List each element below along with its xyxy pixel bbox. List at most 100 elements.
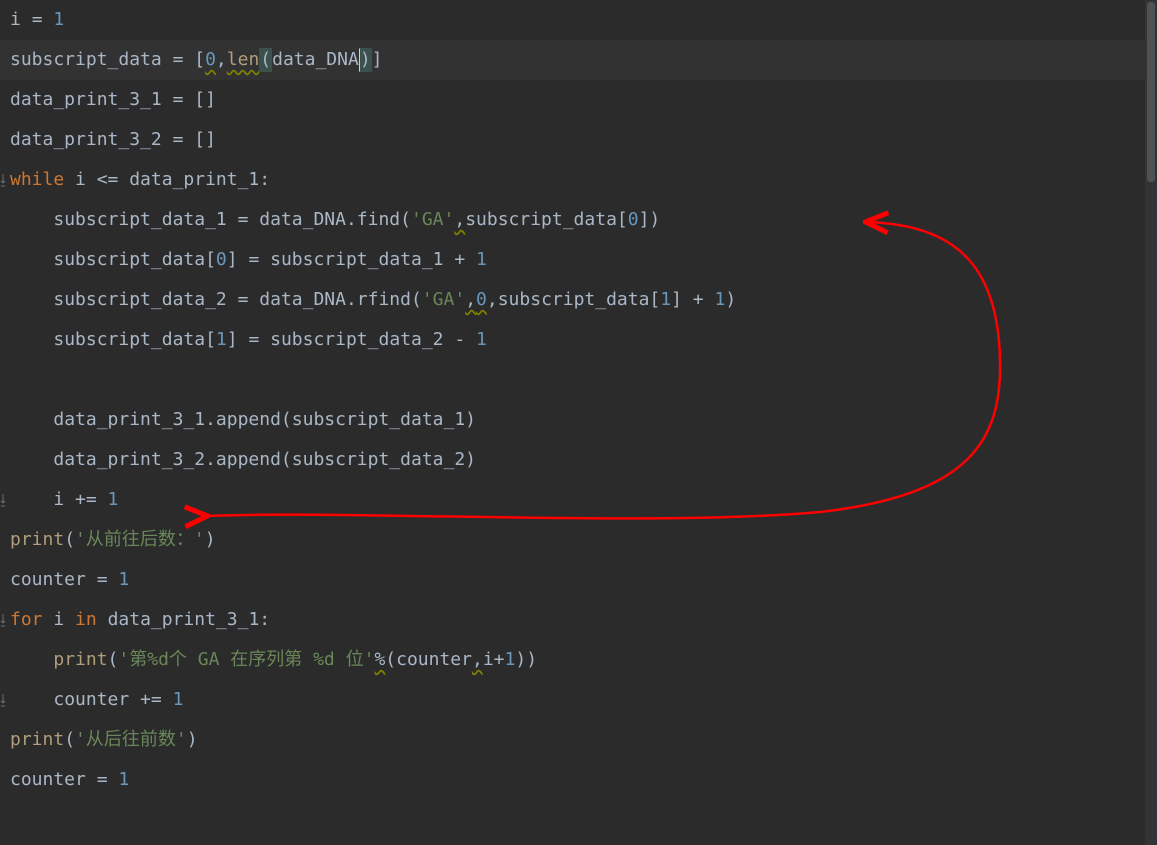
vertical-scrollbar[interactable]: [1145, 0, 1157, 845]
code-line[interactable]: i = 1: [0, 0, 1157, 40]
code-line[interactable]: for i in data_print_3_1:: [0, 600, 1157, 640]
code-line[interactable]: counter = 1: [0, 760, 1157, 800]
code-token: ): [205, 529, 216, 550]
code-token: (: [108, 649, 119, 670]
code-line[interactable]: counter += 1: [0, 680, 1157, 720]
code-line[interactable]: while i <= data_print_1:: [0, 160, 1157, 200]
code-token: (: [259, 48, 272, 72]
code-token: print: [53, 649, 107, 670]
code-token: 0: [628, 209, 639, 230]
code-line[interactable]: subscript_data[0] = subscript_data_1 + 1: [0, 240, 1157, 280]
code-token: i: [53, 609, 75, 630]
code-token: 0: [476, 289, 487, 310]
code-line[interactable]: subscript_data[1] = subscript_data_2 - 1: [0, 320, 1157, 360]
indent: [10, 329, 53, 350]
code-token: data_print_3_1: [10, 89, 173, 110]
code-token: data_print_3_1:: [108, 609, 271, 630]
code-line[interactable]: data_print_3_2.append(subscript_data_2): [0, 440, 1157, 480]
code-token: %: [374, 649, 385, 670]
indent: [10, 649, 53, 670]
return-gutter-icon: [0, 680, 6, 720]
return-gutter-icon: [0, 160, 6, 200]
code-token: 1: [714, 289, 725, 310]
code-token: in: [75, 609, 108, 630]
indent: [10, 249, 53, 270]
scrollbar-thumb[interactable]: [1147, 2, 1155, 182]
return-gutter-icon: [0, 600, 6, 640]
code-token: 0: [216, 249, 227, 270]
code-token: 1: [476, 329, 487, 350]
code-token: print: [10, 729, 64, 750]
code-line[interactable]: subscript_data = [0,len(data_DNA)]: [0, 40, 1157, 80]
code-token: ): [187, 729, 198, 750]
code-token: 1: [505, 649, 516, 670]
code-token: ] = subscript_data_2 -: [227, 329, 476, 350]
code-token: i+: [483, 649, 505, 670]
code-token: print: [10, 529, 64, 550]
code-token: 'GA': [411, 209, 454, 230]
code-line[interactable]: [0, 360, 1157, 400]
code-token: = []: [173, 89, 216, 110]
code-line[interactable]: data_print_3_1 = []: [0, 80, 1157, 120]
code-token: (: [64, 729, 75, 750]
code-token: '第%d个 GA 在序列第 %d 位': [118, 649, 374, 670]
code-token: ]): [639, 209, 661, 230]
code-line[interactable]: print('从前往后数：'): [0, 520, 1157, 560]
code-token: for: [10, 609, 53, 630]
code-token: subscript_data: [10, 49, 173, 70]
code-token: = [: [173, 49, 206, 70]
code-token: counter =: [10, 769, 118, 790]
code-token: (: [64, 529, 75, 550]
code-token: ,: [472, 649, 483, 670]
code-token: ,: [216, 49, 227, 70]
code-token: 1: [53, 9, 64, 30]
code-token: ,: [487, 289, 498, 310]
code-line[interactable]: print('从后往前数'): [0, 720, 1157, 760]
code-token: subscript_data[: [465, 209, 628, 230]
code-token: ): [359, 48, 372, 72]
code-line[interactable]: subscript_data_2 = data_DNA.rfind('GA',0…: [0, 280, 1157, 320]
code-token: len: [227, 49, 260, 70]
code-token: data_DNA: [272, 49, 359, 70]
code-token: 1: [216, 329, 227, 350]
code-line[interactable]: data_print_3_2 = []: [0, 120, 1157, 160]
code-token: data_print_3_1.append(subscript_data_1): [53, 409, 476, 430]
code-token: ] = subscript_data_1 +: [227, 249, 476, 270]
code-token: subscript_data_1 = data_DNA.find(: [53, 209, 411, 230]
code-token: 1: [118, 769, 129, 790]
code-token: while: [10, 169, 75, 190]
code-token: (counter: [385, 649, 472, 670]
code-line[interactable]: subscript_data_1 = data_DNA.find('GA',su…: [0, 200, 1157, 240]
code-token: '从前往后数：': [75, 529, 205, 550]
indent: [10, 689, 53, 710]
code-token: data_print_3_2: [10, 129, 173, 150]
code-line[interactable]: data_print_3_1.append(subscript_data_1): [0, 400, 1157, 440]
code-line[interactable]: counter = 1: [0, 560, 1157, 600]
code-token: 0: [205, 49, 216, 70]
code-token: subscript_data[: [53, 329, 216, 350]
code-token: 1: [118, 569, 129, 590]
code-token: i +=: [53, 489, 107, 510]
code-token: subscript_data[: [53, 249, 216, 270]
code-token: 1: [476, 249, 487, 270]
code-token: 1: [173, 689, 184, 710]
code-token: = []: [173, 129, 216, 150]
code-token: subscript_data[: [498, 289, 661, 310]
code-token: ,: [465, 289, 476, 310]
indent: [10, 409, 53, 430]
code-token: ,: [454, 209, 465, 230]
code-token: '从后往前数': [75, 729, 187, 750]
code-line[interactable]: print('第%d个 GA 在序列第 %d 位'%(counter,i+1)): [0, 640, 1157, 680]
code-token: i <= data_print_1:: [75, 169, 270, 190]
code-token: )): [515, 649, 537, 670]
code-editor[interactable]: i = 1subscript_data = [0,len(data_DNA)]d…: [0, 0, 1157, 845]
code-line[interactable]: i += 1: [0, 480, 1157, 520]
indent: [10, 449, 53, 470]
code-token: data_print_3_2.append(subscript_data_2): [53, 449, 476, 470]
indent: [10, 209, 53, 230]
code-token: 'GA': [422, 289, 465, 310]
code-token: counter +=: [53, 689, 172, 710]
code-token: counter =: [10, 569, 118, 590]
code-token: 1: [660, 289, 671, 310]
code-token: ): [725, 289, 736, 310]
